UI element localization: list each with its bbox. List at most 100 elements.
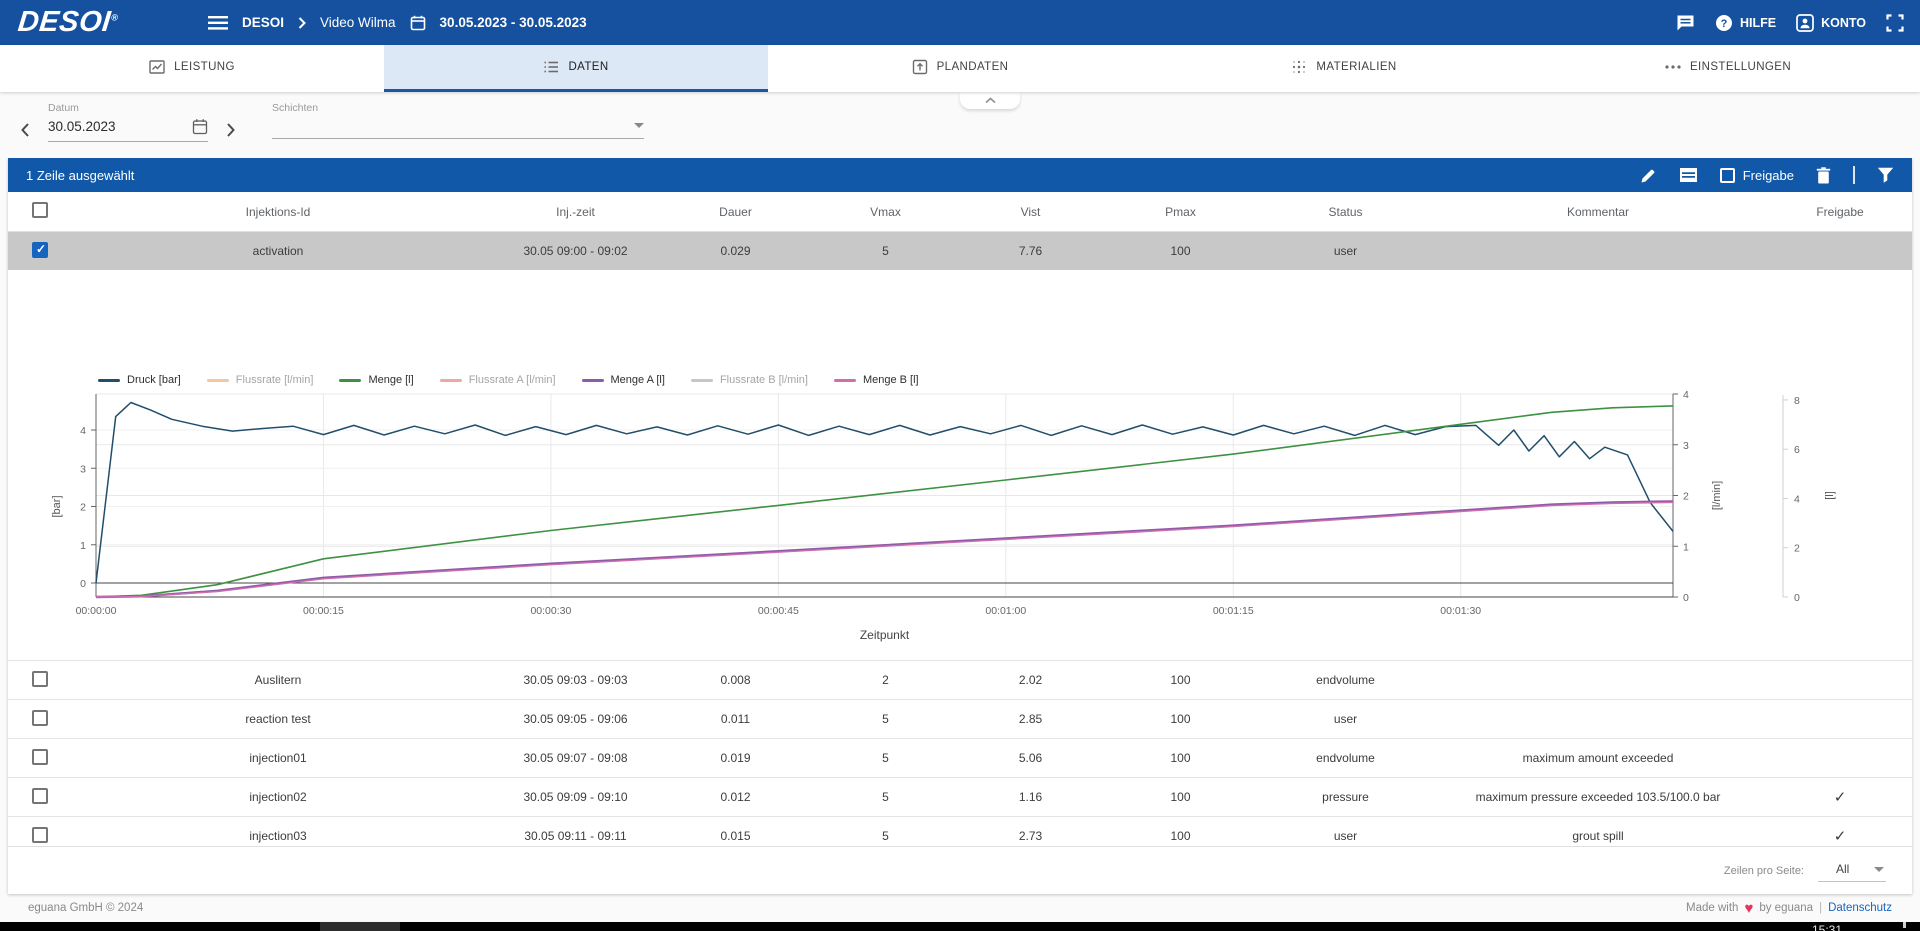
row-checkbox[interactable]	[32, 710, 48, 726]
fullscreen-icon[interactable]	[1886, 14, 1904, 32]
legend-item[interactable]: Flussrate B [l/min]	[691, 374, 808, 386]
table-row[interactable]: Auslitern30.05 09:03 - 09:030.00822.0210…	[8, 661, 1912, 700]
header-status[interactable]: Status	[1263, 205, 1428, 219]
cell-vist: 1.16	[963, 790, 1098, 804]
cell-id: injection02	[68, 790, 488, 804]
cell-dauer: 0.012	[663, 790, 808, 804]
video-scrubber-bar: 15:31	[0, 922, 1920, 931]
help-button[interactable]: ? HILFE	[1715, 14, 1776, 32]
freigabe-check-icon: ✓	[1834, 828, 1847, 845]
row-checkbox[interactable]	[32, 827, 48, 843]
svg-text:[bar]: [bar]	[51, 495, 63, 517]
chat-icon[interactable]	[1676, 14, 1695, 32]
dropdown-arrow-icon[interactable]	[634, 123, 644, 128]
overflow-dots-icon	[1665, 64, 1681, 70]
breadcrumb-page[interactable]: Video Wilma	[320, 15, 396, 30]
svg-text:00:01:30: 00:01:30	[1440, 605, 1481, 617]
filter-panel: Datum 30.05.2023 Schichten	[0, 92, 1920, 158]
legend-item[interactable]: Menge B [l]	[834, 374, 919, 386]
calendar-picker-icon[interactable]	[192, 118, 208, 135]
cell-status: endvolume	[1263, 751, 1428, 765]
calendar-icon	[410, 15, 426, 31]
cell-id: injection01	[68, 751, 488, 765]
delete-trash-icon[interactable]	[1816, 167, 1831, 184]
cell-status: pressure	[1263, 790, 1428, 804]
row-checkbox[interactable]	[32, 788, 48, 804]
made-with-text: Made with	[1686, 902, 1738, 914]
breadcrumb-daterange[interactable]: 30.05.2023 - 30.05.2023	[440, 15, 587, 30]
legend-item[interactable]: Menge [l]	[339, 374, 413, 386]
rows-per-page-value: All	[1836, 862, 1849, 876]
legend-label: Druck [bar]	[127, 374, 181, 386]
table-view-icon[interactable]	[1679, 167, 1698, 183]
row-checkbox[interactable]	[32, 242, 48, 258]
tab-label: MATERIALIEN	[1316, 61, 1396, 73]
header-dauer[interactable]: Dauer	[663, 205, 808, 219]
freigabe-filter-toggle[interactable]: Freigabe	[1720, 168, 1794, 183]
freigabe-checkbox[interactable]	[1720, 168, 1735, 183]
edit-pencil-icon[interactable]	[1640, 167, 1657, 184]
header-vist[interactable]: Vist	[963, 205, 1098, 219]
privacy-link[interactable]: Datenschutz	[1828, 902, 1892, 914]
cell-dauer: 0.019	[663, 751, 808, 765]
hamburger-menu-icon[interactable]	[208, 16, 228, 30]
cell-id: Auslitern	[68, 673, 488, 687]
cell-pmax: 100	[1098, 829, 1263, 843]
select-all-checkbox[interactable]	[32, 202, 48, 218]
tab-einstellungen[interactable]: EINSTELLUNGEN	[1536, 45, 1920, 92]
header-freigabe[interactable]: Freigabe	[1768, 205, 1912, 219]
row-checkbox[interactable]	[32, 671, 48, 687]
legend-swatch-icon	[207, 379, 229, 382]
next-date-button[interactable]	[222, 122, 240, 138]
collapse-filter-button[interactable]	[960, 92, 1020, 109]
account-button[interactable]: KONTO	[1796, 14, 1866, 32]
svg-text:0: 0	[1794, 592, 1800, 604]
cell-id: reaction test	[68, 712, 488, 726]
tab-daten[interactable]: DATEN	[384, 45, 768, 92]
legend-label: Flussrate A [l/min]	[469, 374, 556, 386]
chevron-right-icon	[298, 17, 306, 29]
legend-item[interactable]: Menge A [l]	[582, 374, 665, 386]
svg-text:?: ?	[1721, 18, 1728, 30]
rows-per-page-select[interactable]: All	[1818, 859, 1886, 882]
shift-select-field[interactable]: Schichten	[272, 102, 644, 139]
tab-plandaten[interactable]: PLANDATEN	[768, 45, 1152, 92]
table-row[interactable]: injection0330.05 09:11 - 09:110.01552.73…	[8, 817, 1912, 846]
date-field[interactable]: Datum 30.05.2023	[48, 102, 208, 142]
cell-dauer: 0.029	[663, 244, 808, 258]
selection-toolbar: 1 Zeile ausgewählt Freigabe	[8, 158, 1912, 192]
date-value[interactable]: 30.05.2023	[48, 119, 192, 134]
rows-per-page-label: Zeilen pro Seite:	[1724, 865, 1804, 877]
tab-leistung[interactable]: LEISTUNG	[0, 45, 384, 92]
video-timestamp: 15:31	[1812, 923, 1842, 931]
svg-text:3: 3	[80, 463, 86, 475]
row-checkbox[interactable]	[32, 749, 48, 765]
header-injektions-id[interactable]: Injektions-Id	[68, 205, 488, 219]
table-row[interactable]: injection0130.05 09:07 - 09:080.01955.06…	[8, 739, 1912, 778]
cell-status: endvolume	[1263, 673, 1428, 687]
header-pmax[interactable]: Pmax	[1098, 205, 1263, 219]
cell-freigabe: ✓	[1768, 788, 1912, 806]
x-axis-title: Zeitpunkt	[96, 628, 1673, 642]
previous-date-button[interactable]	[16, 122, 34, 138]
legend-item[interactable]: Flussrate [l/min]	[207, 374, 314, 386]
svg-text:8: 8	[1794, 395, 1800, 407]
breadcrumb-app[interactable]: DESOI	[242, 15, 284, 30]
cell-id: injection03	[68, 829, 488, 843]
header-vmax[interactable]: Vmax	[808, 205, 963, 219]
top-app-bar: DESOI® DESOI Video Wilma 30.05.2023 - 30…	[0, 0, 1920, 45]
tab-label: LEISTUNG	[174, 61, 235, 73]
legend-item[interactable]: Flussrate A [l/min]	[440, 374, 556, 386]
chart-spacer	[8, 270, 1912, 372]
header-inj-zeit[interactable]: Inj.-zeit	[488, 205, 663, 219]
tab-materialien[interactable]: MATERIALIEN	[1152, 45, 1536, 92]
cell-kommentar: maximum pressure exceeded 103.5/100.0 ba…	[1428, 790, 1768, 804]
table-row-selected[interactable]: activation 30.05 09:00 - 09:02 0.029 5 7…	[8, 232, 1912, 270]
table-row[interactable]: reaction test30.05 09:05 - 09:060.01152.…	[8, 700, 1912, 739]
filter-funnel-icon[interactable]	[1877, 167, 1894, 183]
header-kommentar[interactable]: Kommentar	[1428, 205, 1768, 219]
cell-status: user	[1263, 712, 1428, 726]
table-row[interactable]: injection0230.05 09:09 - 09:100.01251.16…	[8, 778, 1912, 817]
legend-item[interactable]: Druck [bar]	[98, 374, 181, 386]
toolbar-divider	[1853, 166, 1855, 184]
